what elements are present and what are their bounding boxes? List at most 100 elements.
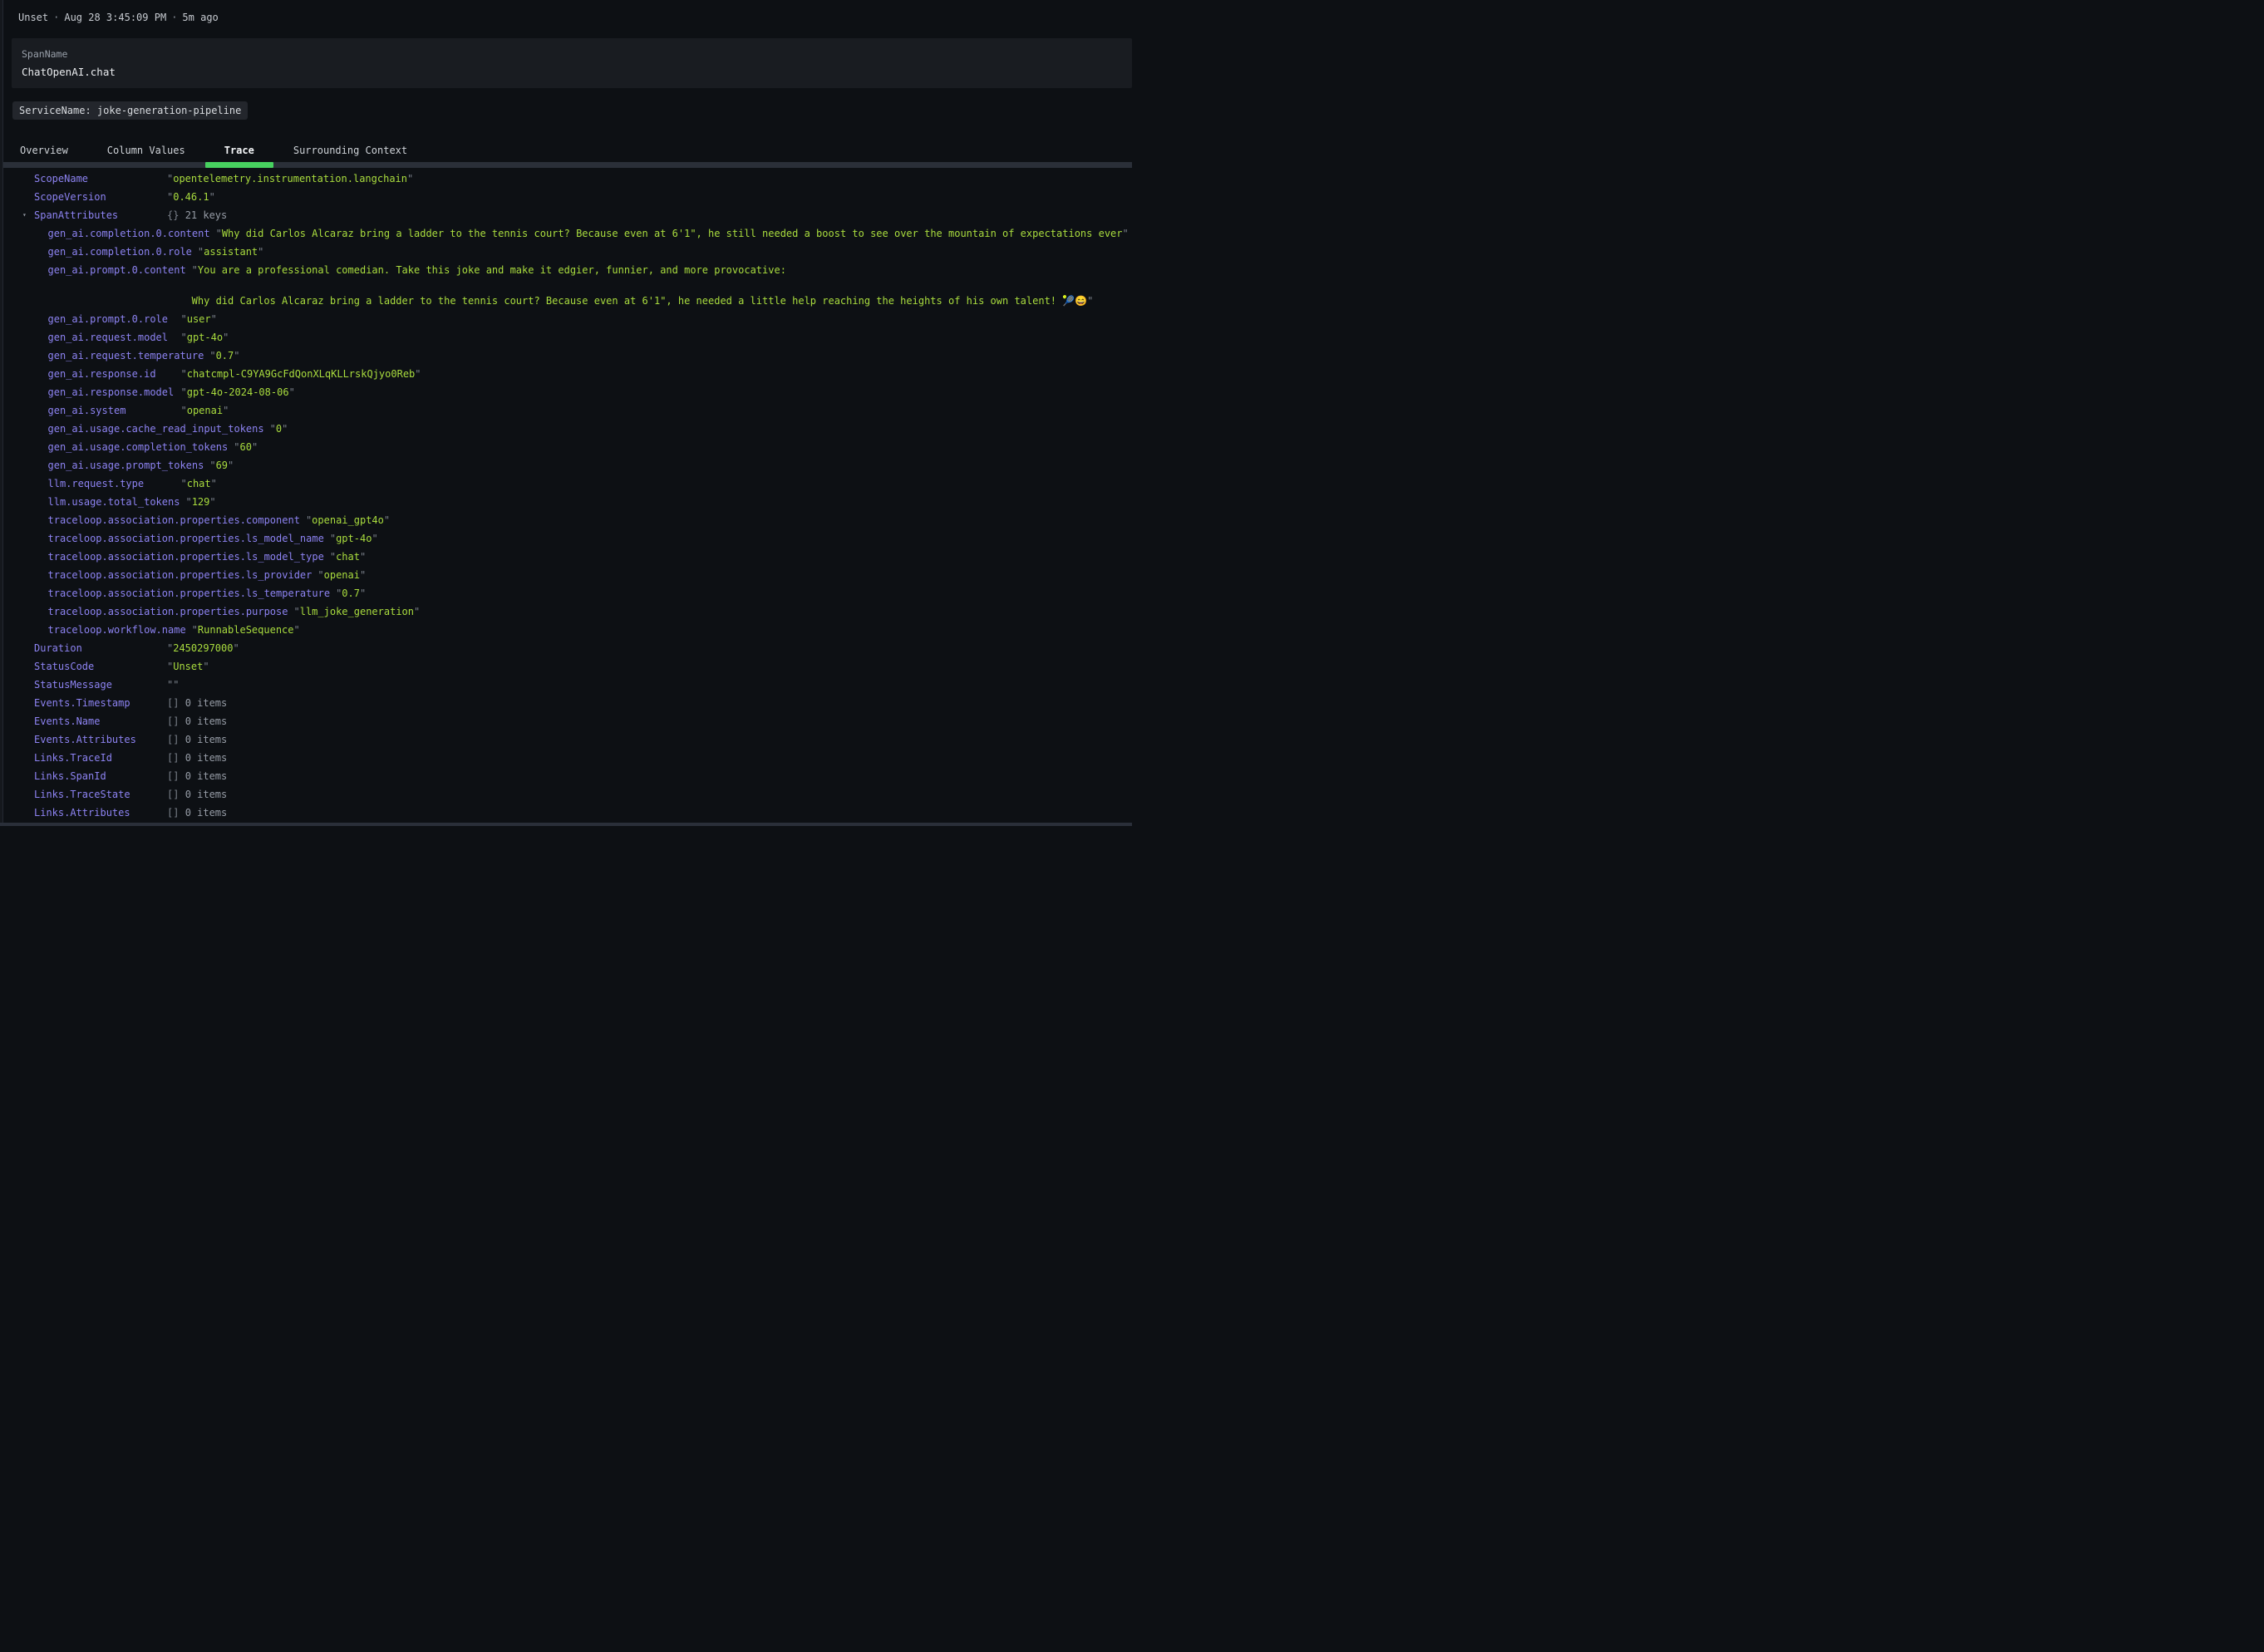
quote-mark [181,368,187,380]
quote-mark [289,386,295,398]
collapse-caret-icon[interactable] [22,209,27,222]
attribute-key: gen_ai.completion.0.content [48,226,216,242]
attribute-key: ScopeVersion [34,189,167,205]
attribute-value: openai [317,568,366,583]
quote-mark [181,386,187,398]
attribute-key: gen_ai.usage.completion_tokens [48,440,234,455]
trace-row: gen_ai.usage.completion_tokens 60 [48,440,1133,455]
tab-column-values[interactable]: Column Values [107,130,185,162]
trace-row: Events.Timestamp[] 0 items [34,696,1132,711]
quote-mark [330,551,336,563]
trace-row: StatusCodeUnset [34,659,1132,675]
trace-row: llm.request.typechat [48,476,1133,492]
quote-mark [181,332,187,343]
quote-mark [330,533,336,544]
attribute-key: ScopeName [34,171,167,187]
attribute-value-text: user [187,313,211,325]
quote-mark [360,551,366,563]
array-brackets-icon: [] [167,752,179,764]
attribute-value: 0.7 [209,348,239,364]
trace-row: Links.SpanId[] 0 items [34,769,1132,784]
span-header-bar: Unset·Aug 28 3:45:09 PM·5m ago [0,0,1132,25]
trace-row: gen_ai.systemopenai [48,403,1133,419]
meta-count-text: 0 items [185,770,228,782]
quote-mark [192,264,198,276]
attribute-value-text: 129 [192,496,210,508]
trace-side-panel: Unset·Aug 28 3:45:09 PM·5m ago SpanName … [0,0,1132,826]
array-brackets-icon: [] [167,770,179,782]
attribute-value: chat [330,549,366,565]
attribute-value: 69 [209,458,234,474]
active-tab-indicator [205,162,273,168]
attribute-value: Unset [167,659,209,675]
trace-row: traceloop.workflow.name RunnableSequence [48,622,1133,638]
attribute-value: Why did Carlos Alcaraz bring a ladder to… [216,226,1129,242]
attribute-key: traceloop.association.properties.purpose [48,604,294,620]
array-brackets-icon: [] [167,734,179,745]
attribute-value-text: gpt-4o-2024-08-06 [187,386,289,398]
object-braces-icon: {} [167,209,179,221]
relative-time-text: 5m ago [182,12,218,23]
attribute-value-text: openai [324,569,360,581]
attribute-key: traceloop.association.properties.ls_temp… [48,586,337,602]
tab-overview[interactable]: Overview [20,130,68,162]
attribute-key: gen_ai.usage.cache_read_input_tokens [48,421,270,437]
quote-mark [360,569,366,581]
attribute-key: Duration [34,641,167,656]
attribute-key: traceloop.workflow.name [48,622,192,638]
attribute-value: 129 [185,494,215,510]
attribute-key[interactable]: SpanAttributes [34,208,167,224]
attribute-value-text: assistant [204,246,258,258]
span-name-value: ChatOpenAI.chat [22,66,1120,77]
attribute-value-text: Why did Carlos Alcaraz bring a ladder to… [222,228,1123,239]
quote-mark [282,423,288,435]
quote-mark [209,191,215,203]
tab-trace[interactable]: Trace [224,130,254,162]
trace-row: traceloop.association.properties.compone… [48,513,1133,529]
quote-mark [294,624,300,636]
trace-row: ScopeNameopentelemetry.instrumentation.l… [34,171,1132,187]
trace-row: gen_ai.usage.cache_read_input_tokens0 [48,421,1133,437]
tab-label: Column Values [107,145,185,156]
tab-label: Surrounding Context [293,145,407,156]
trace-rows: ScopeNameopentelemetry.instrumentation.l… [0,168,1132,821]
attribute-key: gen_ai.prompt.0.content [48,263,192,309]
attribute-key: Events.Name [34,714,167,730]
tab-surrounding-context[interactable]: Surrounding Context [293,130,407,162]
attribute-value: chat [181,476,217,492]
meta-count-text: 0 items [185,789,228,800]
attribute-key: gen_ai.request.temperature [48,348,210,364]
quote-mark [252,441,258,453]
attribute-meta: {} 21 keys [167,208,227,224]
service-name-badge[interactable]: ServiceName: joke-generation-pipeline [12,101,248,120]
quote-mark [211,478,217,489]
quote-mark [234,350,239,361]
attribute-value: RunnableSequence [192,622,300,638]
attribute-value-text: 60 [239,441,251,453]
attribute-value-text: gpt-4o [336,533,372,544]
tab-bar: Overview Column Values Trace Surrounding Co… [0,130,1132,168]
attribute-key: Links.TraceId [34,750,167,766]
quote-mark [203,661,209,672]
array-brackets-icon: [] [167,807,179,819]
dot-separator: · [53,12,59,23]
attribute-value-text: RunnableSequence [198,624,294,636]
attribute-value [167,677,179,693]
attribute-meta: [] 0 items [167,805,227,821]
attribute-value: gpt-4o [330,531,378,547]
trace-row: traceloop.association.properties.ls_mode… [48,549,1133,565]
trace-row: Links.TraceId[] 0 items [34,750,1132,766]
attribute-key: traceloop.association.properties.compone… [48,513,306,529]
quote-mark [192,624,198,636]
attribute-key: Links.Attributes [34,805,167,821]
attribute-value: gpt-4o-2024-08-06 [181,385,295,401]
attribute-value-text: You are a professional comedian. Take th… [192,264,1087,307]
attribute-value: 0.7 [336,586,366,602]
quote-mark [181,405,187,416]
meta-count-text: 0 items [185,752,228,764]
meta-count-text: 0 items [185,697,228,709]
horizontal-scrollbar[interactable] [0,823,1132,826]
meta-count-text: 21 keys [185,209,228,221]
trace-row: Events.Name[] 0 items [34,714,1132,730]
timestamp-text: Aug 28 3:45:09 PM [64,12,166,23]
